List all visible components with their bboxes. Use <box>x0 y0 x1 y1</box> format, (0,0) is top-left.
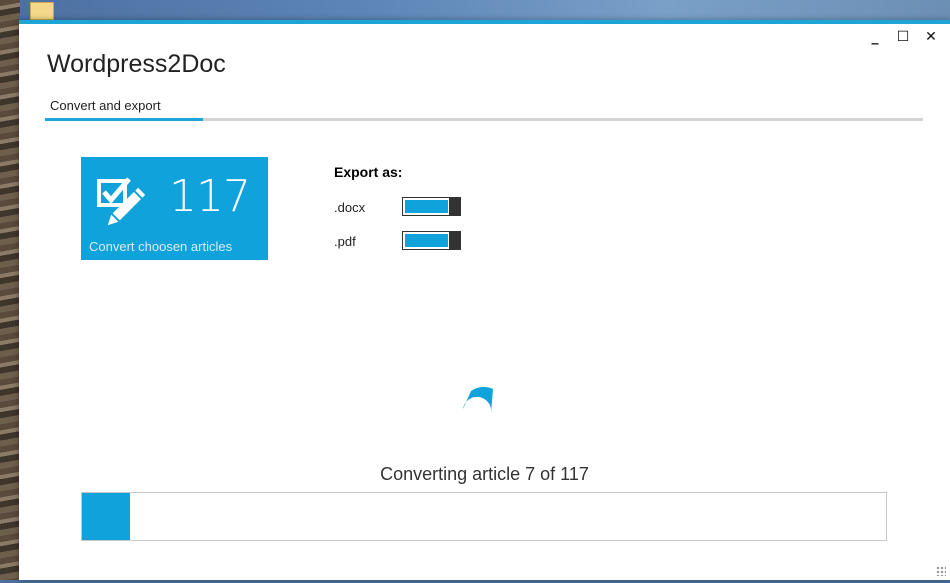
docx-toggle[interactable] <box>402 197 461 216</box>
toggle-fill <box>405 234 448 247</box>
app-title: Wordpress2Doc <box>47 50 226 78</box>
option-label-docx: .docx <box>334 200 366 215</box>
maximize-button[interactable]: ☐ <box>894 28 912 46</box>
desktop-taskbar-top <box>0 0 950 20</box>
article-count: 117 <box>169 171 251 222</box>
progress-bar <box>81 492 887 541</box>
progress-status: Converting article 7 of 117 <box>380 464 589 484</box>
resize-grip[interactable] <box>936 566 946 576</box>
window-controls: _ ☐ ✕ <box>866 28 940 46</box>
option-label-pdf: .pdf <box>334 234 356 249</box>
convert-articles-tile[interactable]: 117 Convert choosen articles <box>81 157 268 260</box>
close-button[interactable]: ✕ <box>922 28 940 46</box>
tab-convert-and-export[interactable]: Convert and export <box>50 98 161 113</box>
progress-bar-fill <box>82 493 131 540</box>
tab-active-indicator <box>45 118 203 121</box>
loading-spinner-icon <box>463 386 493 413</box>
desktop-background <box>0 0 20 583</box>
export-heading: Export as: <box>334 164 403 180</box>
tile-caption: Convert choosen articles <box>89 239 233 254</box>
toggle-knob <box>449 231 460 250</box>
desktop-folder-icon[interactable] <box>30 2 54 20</box>
app-window: _ ☐ ✕ Wordpress2Doc Convert and export 1… <box>19 20 950 580</box>
checkbox-pencil-icon <box>97 177 146 226</box>
toggle-fill <box>405 200 448 213</box>
toggle-knob <box>449 197 460 216</box>
pdf-toggle[interactable] <box>402 231 461 250</box>
minimize-button[interactable]: _ <box>866 28 884 46</box>
